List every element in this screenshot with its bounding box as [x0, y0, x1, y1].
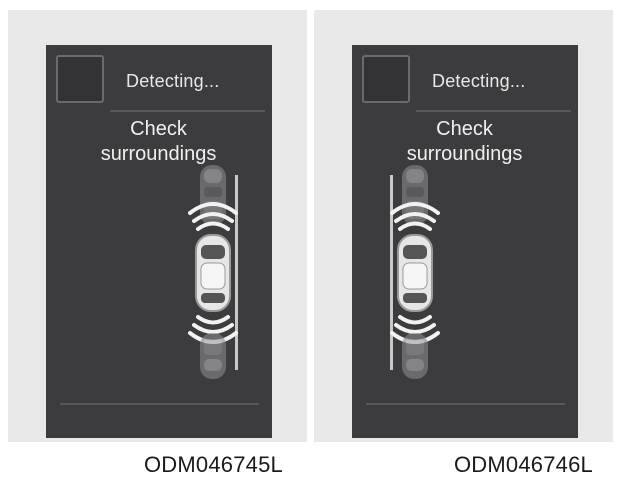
own-car-icon — [195, 234, 231, 312]
status-text: Detecting... — [432, 71, 526, 91]
parked-car-rear-icon — [200, 333, 226, 379]
display-panel-left: Detecting... Check surroundings — [8, 10, 307, 442]
status-text: Detecting... — [126, 71, 220, 91]
cluster-screen: Detecting... Check surroundings — [46, 45, 272, 438]
status-icon — [56, 55, 104, 103]
divider — [110, 110, 265, 112]
message-line-1: Check — [130, 118, 187, 140]
parked-car-rear-icon — [402, 333, 428, 379]
cluster-screen: Detecting... Check surroundings — [352, 45, 578, 438]
parking-line — [235, 175, 238, 370]
bottom-divider — [366, 403, 565, 405]
parking-line — [390, 175, 393, 370]
display-panel-right: Detecting... Check surroundings — [314, 10, 613, 442]
bottom-divider — [60, 403, 259, 405]
parking-scene — [178, 165, 248, 380]
figure-code: ODM046745L — [144, 452, 283, 477]
own-car-icon — [397, 234, 433, 312]
parking-scene — [380, 165, 450, 380]
warning-message: Check surroundings — [382, 117, 547, 167]
message-line-2: surroundings — [100, 143, 217, 165]
message-line-2: surroundings — [406, 143, 523, 165]
message-line-1: Check — [436, 118, 493, 140]
warning-message: Check surroundings — [76, 117, 241, 167]
figure-code: ODM046746L — [454, 452, 593, 477]
divider — [416, 110, 571, 112]
status-icon — [362, 55, 410, 103]
